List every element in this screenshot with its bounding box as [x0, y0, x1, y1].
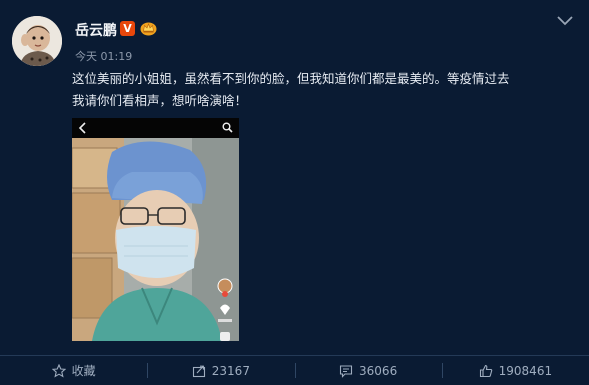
post-video-thumbnail[interactable]: [72, 118, 239, 341]
search-icon: [222, 122, 233, 133]
back-arrow-icon: [78, 122, 86, 134]
video-top-bar: [72, 118, 239, 138]
member-crown-icon[interactable]: [140, 20, 157, 36]
post-text-line: 我请你们看相声，想听啥演啥！: [72, 93, 248, 108]
avatar[interactable]: [12, 16, 62, 66]
post-text: 这位美丽的小姐姐，虽然看不到你的脸，但我知道你们都是最美的。等疫情过去 我请你们看…: [72, 68, 572, 112]
video-scene: [72, 138, 239, 341]
repost-button[interactable]: 23167: [147, 356, 294, 385]
post-time[interactable]: 今天 01:19: [75, 48, 132, 64]
share-icon: [192, 365, 205, 377]
chevron-down-icon[interactable]: [556, 14, 574, 28]
action-bar: 收藏 23167 36066 1908461: [0, 355, 589, 385]
comment-button[interactable]: 36066: [294, 356, 442, 385]
thumb-up-icon: [479, 364, 492, 377]
star-icon: [51, 363, 66, 378]
post-text-line: 这位美丽的小姐姐，虽然看不到你的脸，但我知道你们都是最美的。等疫情过去: [72, 71, 510, 86]
like-button[interactable]: 1908461: [441, 356, 589, 385]
favorite-button[interactable]: 收藏: [0, 356, 147, 385]
repost-count: 23167: [211, 363, 250, 378]
comment-count: 36066: [359, 363, 398, 378]
like-count: 1908461: [498, 363, 553, 378]
favorite-label: 收藏: [71, 364, 96, 378]
author-name[interactable]: 岳云鹏: [75, 20, 117, 40]
comment-icon: [339, 364, 353, 378]
verified-badge: V: [120, 21, 135, 36]
